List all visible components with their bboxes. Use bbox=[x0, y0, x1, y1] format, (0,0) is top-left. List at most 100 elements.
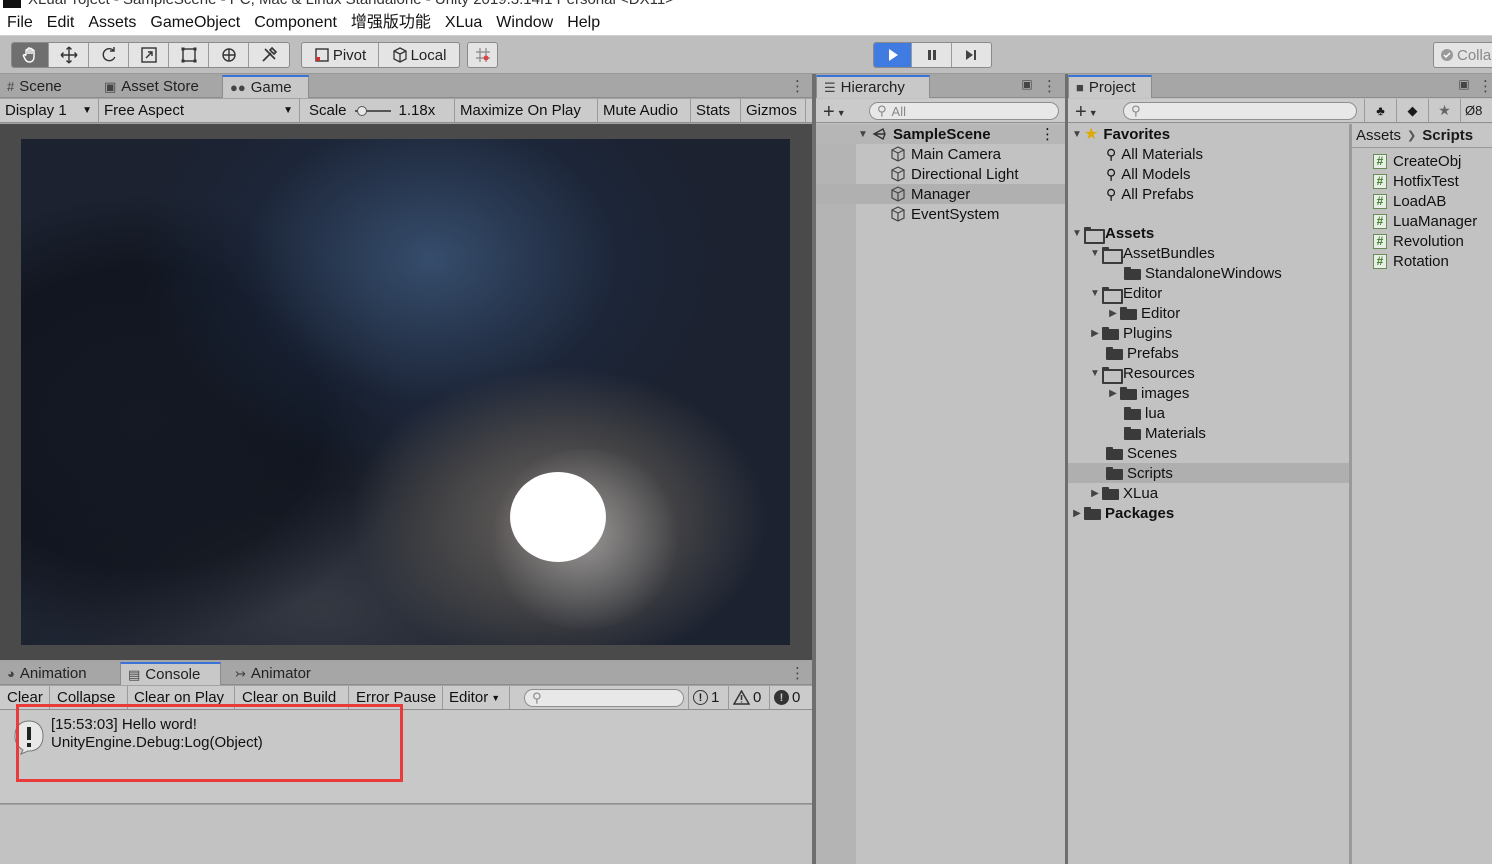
tree-xlua[interactable]: ▶ XLua bbox=[1088, 483, 1158, 503]
scale-slider-thumb[interactable] bbox=[356, 105, 367, 116]
pause-button[interactable] bbox=[912, 43, 952, 67]
collapse-arrow-icon[interactable]: ▶ bbox=[1106, 308, 1120, 319]
tree-resources[interactable]: ▼ Resources bbox=[1088, 363, 1195, 384]
tab-asset-store[interactable]: ▣ Asset Store bbox=[97, 75, 221, 98]
gizmos-toggle[interactable]: Gizmos bbox=[741, 99, 806, 122]
tree-lua[interactable]: lua bbox=[1124, 403, 1165, 423]
display-dropdown[interactable]: Display 1 ▼ bbox=[0, 99, 99, 122]
favorite-search-button[interactable]: ★ bbox=[1428, 99, 1460, 122]
favorite-all-models[interactable]: ⚲ All Models bbox=[1106, 164, 1190, 184]
favorite-all-prefabs[interactable]: ⚲ All Prefabs bbox=[1106, 184, 1194, 204]
hand-tool-button[interactable] bbox=[12, 43, 49, 67]
hierarchy-item-main-camera[interactable]: Main Camera bbox=[890, 144, 1001, 164]
tab-project[interactable]: ■ Project bbox=[1068, 75, 1152, 98]
hierarchy-scene-row[interactable]: ▼ SampleScene ⋮ bbox=[816, 124, 1065, 144]
expand-arrow-icon[interactable]: ▼ bbox=[1088, 368, 1102, 379]
transform-tool-button[interactable] bbox=[209, 43, 249, 67]
local-toggle[interactable]: Local bbox=[379, 43, 459, 67]
warning-count-toggle[interactable]: 0 bbox=[728, 686, 769, 709]
console-panel-menu-icon[interactable]: ⋮ bbox=[790, 664, 805, 682]
menu-component[interactable]: Component bbox=[247, 10, 344, 36]
hierarchy-menu-icon[interactable]: ⋮ bbox=[1042, 77, 1057, 95]
move-tool-button[interactable] bbox=[49, 43, 89, 67]
tree-plugins[interactable]: ▶ Plugins bbox=[1088, 323, 1172, 343]
create-dropdown[interactable]: + ▼ bbox=[823, 101, 846, 124]
menu-help[interactable]: Help bbox=[560, 10, 607, 36]
rotate-tool-button[interactable] bbox=[89, 43, 129, 67]
project-splitter[interactable] bbox=[1349, 124, 1352, 864]
menu-file[interactable]: File bbox=[0, 10, 40, 36]
lock-icon[interactable]: ▣ bbox=[1458, 77, 1470, 91]
expand-arrow-icon[interactable]: ▼ bbox=[856, 129, 870, 140]
tab-console[interactable]: ▤ Console bbox=[120, 662, 221, 685]
aspect-dropdown[interactable]: Free Aspect ▼ bbox=[99, 99, 300, 122]
hierarchy-search-input[interactable]: ⚲ All bbox=[869, 102, 1059, 120]
grid-snap-button[interactable] bbox=[468, 43, 497, 67]
tree-editor[interactable]: ▼ Editor bbox=[1088, 283, 1162, 304]
expand-arrow-icon[interactable]: ▼ bbox=[1088, 288, 1102, 299]
breadcrumb-scripts[interactable]: Scripts bbox=[1422, 127, 1473, 144]
log-count-toggle[interactable]: ! 1 bbox=[688, 686, 728, 709]
menu-enhanced[interactable]: 增强版功能 bbox=[344, 10, 438, 36]
hierarchy-item-eventsystem[interactable]: EventSystem bbox=[890, 204, 999, 224]
play-button[interactable] bbox=[874, 43, 913, 67]
filter-by-type-button[interactable]: ♣ bbox=[1364, 99, 1396, 122]
script-item[interactable]: # LuaManager bbox=[1373, 211, 1477, 231]
tab-game[interactable]: ●● Game bbox=[222, 75, 309, 98]
collapse-arrow-icon[interactable]: ▶ bbox=[1106, 388, 1120, 399]
scene-menu-icon[interactable]: ⋮ bbox=[1040, 125, 1055, 143]
game-render[interactable] bbox=[21, 139, 790, 645]
tab-hierarchy[interactable]: ☰ Hierarchy bbox=[816, 75, 930, 98]
error-count-toggle[interactable]: ! 0 bbox=[769, 686, 812, 709]
tree-standalonewindows[interactable]: StandaloneWindows bbox=[1124, 263, 1282, 283]
tab-scene[interactable]: # Scene bbox=[0, 75, 108, 98]
script-item[interactable]: # CreateObj bbox=[1373, 151, 1461, 171]
tree-scenes[interactable]: Scenes bbox=[1106, 443, 1177, 463]
tree-packages[interactable]: ▶ Packages bbox=[1070, 503, 1174, 523]
lock-icon[interactable]: ▣ bbox=[1021, 77, 1033, 91]
tab-animator[interactable]: ↣ Animator bbox=[228, 662, 328, 685]
menu-xlua[interactable]: XLua bbox=[438, 10, 489, 36]
console-search-input[interactable]: ⚲ bbox=[524, 689, 684, 707]
tab-animation[interactable]: ◕ Animation bbox=[0, 662, 118, 685]
step-button[interactable] bbox=[952, 43, 991, 67]
tree-scripts[interactable]: Scripts bbox=[1068, 463, 1349, 483]
hierarchy-item-manager[interactable]: Manager bbox=[816, 184, 1065, 204]
tree-editor-child[interactable]: ▶ Editor bbox=[1106, 303, 1180, 323]
script-item[interactable]: # Revolution bbox=[1373, 231, 1464, 251]
menu-edit[interactable]: Edit bbox=[40, 10, 82, 36]
tree-assetbundles[interactable]: ▼ AssetBundles bbox=[1088, 243, 1215, 264]
tree-assets[interactable]: ▼ Assets bbox=[1070, 223, 1154, 244]
scene-panel-menu-icon[interactable]: ⋮ bbox=[790, 77, 805, 95]
collapse-arrow-icon[interactable]: ▶ bbox=[1070, 508, 1084, 519]
project-search-input[interactable]: ⚲ bbox=[1123, 102, 1357, 120]
menu-gameobject[interactable]: GameObject bbox=[143, 10, 247, 36]
tree-images[interactable]: ▶ images bbox=[1106, 383, 1189, 403]
hidden-packages-toggle[interactable]: Ø8 bbox=[1460, 99, 1492, 122]
custom-tool-button[interactable] bbox=[249, 43, 289, 67]
editor-dropdown[interactable]: Editor ▼ bbox=[443, 686, 510, 709]
rect-tool-button[interactable] bbox=[169, 43, 209, 67]
pivot-toggle[interactable]: Pivot bbox=[302, 43, 380, 67]
expand-arrow-icon[interactable]: ▼ bbox=[1088, 248, 1102, 259]
script-item[interactable]: # LoadAB bbox=[1373, 191, 1446, 211]
script-item[interactable]: # HotfixTest bbox=[1373, 171, 1459, 191]
collapse-arrow-icon[interactable]: ▶ bbox=[1088, 328, 1102, 339]
mute-audio-toggle[interactable]: Mute Audio bbox=[598, 99, 691, 122]
create-asset-dropdown[interactable]: + ▼ bbox=[1075, 101, 1098, 124]
maximize-on-play-toggle[interactable]: Maximize On Play bbox=[455, 99, 598, 122]
favorite-all-materials[interactable]: ⚲ All Materials bbox=[1106, 144, 1203, 164]
project-menu-icon[interactable]: ⋮ bbox=[1478, 77, 1492, 95]
menu-assets[interactable]: Assets bbox=[81, 10, 143, 36]
expand-arrow-icon[interactable]: ▼ bbox=[1070, 129, 1084, 140]
script-item[interactable]: # Rotation bbox=[1373, 251, 1449, 271]
collapse-arrow-icon[interactable]: ▶ bbox=[1088, 488, 1102, 499]
filter-by-label-button[interactable]: ◆ bbox=[1396, 99, 1428, 122]
scale-slider[interactable] bbox=[354, 105, 391, 117]
favorites-row[interactable]: ▼ ★ Favorites bbox=[1070, 124, 1170, 144]
tree-materials[interactable]: Materials bbox=[1124, 423, 1206, 443]
expand-arrow-icon[interactable]: ▼ bbox=[1070, 228, 1084, 239]
menu-window[interactable]: Window bbox=[489, 10, 560, 36]
collab-button[interactable]: Colla bbox=[1434, 43, 1492, 67]
hierarchy-item-directional-light[interactable]: Directional Light bbox=[890, 164, 1019, 184]
